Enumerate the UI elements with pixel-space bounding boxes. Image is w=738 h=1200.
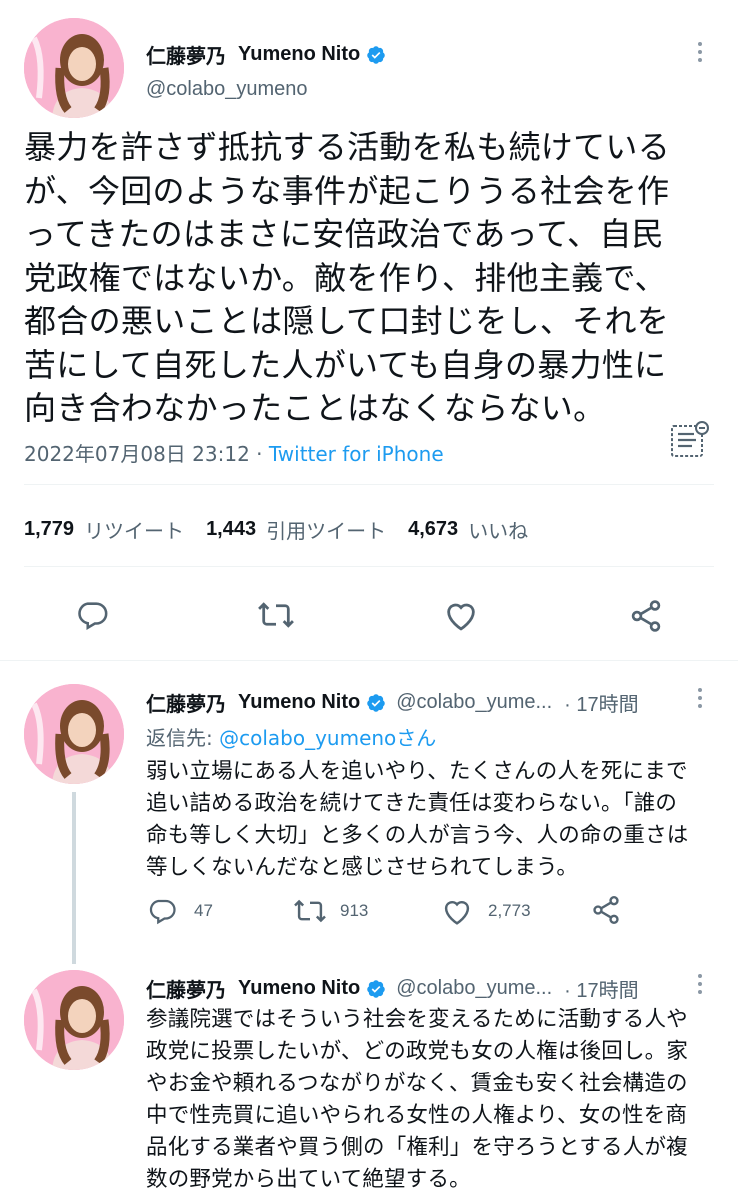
author-handle[interactable]: @colabo_yumeno bbox=[146, 78, 308, 101]
author-name-jp[interactable]: 仁藤夢乃 bbox=[146, 688, 226, 717]
tweet-text: 暴力を許さず抵抗する活動を私も続けている が、今回のような事件が起こりうる社会を… bbox=[24, 126, 724, 431]
reply-action[interactable]: 47 bbox=[146, 896, 213, 926]
like-stat[interactable]: 4,673 いいね bbox=[408, 515, 528, 544]
avatar[interactable] bbox=[24, 684, 124, 784]
author-name-en[interactable]: Yumeno Nito bbox=[238, 691, 360, 714]
retweet-label: リツイート bbox=[84, 519, 185, 543]
author-name-row[interactable]: 仁藤夢乃 Yumeno Nito @colabo_yume... · 17時間 bbox=[146, 974, 676, 1003]
verified-badge-icon bbox=[366, 693, 386, 713]
reply-to-handle[interactable]: @colabo_yumenoさん bbox=[219, 726, 436, 750]
like-count: 4,673 bbox=[408, 518, 459, 540]
tweet-text-line: 党政権ではないか。敵を作り、排他主義で、 bbox=[24, 258, 667, 297]
reply-text-line: 数の野党から出ていて絶望する。 bbox=[146, 1167, 471, 1192]
quote-count: 1,443 bbox=[206, 518, 257, 540]
tweet-timestamp[interactable]: 2022年07月08日 23:12 bbox=[24, 442, 250, 466]
retweet-stat[interactable]: 1,779 リツイート bbox=[24, 515, 184, 544]
author-name-en[interactable]: Yumeno Nito bbox=[238, 977, 360, 1000]
translate-icon[interactable] bbox=[668, 420, 712, 464]
share-icon[interactable] bbox=[628, 598, 664, 634]
author-name-jp[interactable]: 仁藤夢乃 bbox=[146, 974, 226, 1003]
author-name-row[interactable]: 仁藤夢乃 Yumeno Nito bbox=[146, 40, 386, 69]
verified-badge-icon bbox=[366, 45, 386, 65]
reply-text: 弱い立場にある人を追いやり、たくさんの人を死にまで 追い詰める政治を続けてきた責… bbox=[146, 756, 726, 884]
reply-text-line: 等しくないんだなと感じさせられてしまう。 bbox=[146, 855, 579, 880]
avatar[interactable] bbox=[24, 970, 124, 1070]
retweet-count: 1,779 bbox=[24, 518, 75, 540]
reply-to-prefix: 返信先: bbox=[146, 726, 220, 750]
tweet-text-line: ってきたのはまさに安倍政治であって、自民 bbox=[24, 215, 664, 253]
reply-count: 47 bbox=[194, 901, 213, 920]
tweet-text-line: 都合の悪いことは隠して口封じをし、それを bbox=[24, 302, 670, 340]
reply-text-line: 参議院選ではそういう社会を変えるために活動する人や bbox=[146, 1007, 688, 1032]
retweet-action[interactable]: 913 bbox=[292, 896, 368, 926]
quote-label: 引用ツイート bbox=[266, 519, 387, 543]
author-handle[interactable]: @colabo_yume... bbox=[396, 977, 552, 1000]
reply-text: 参議院選ではそういう社会を変えるために活動する人や 政党に投票したいが、どの政党… bbox=[146, 1004, 726, 1196]
tweet-stats: 1,779 リツイート 1,443 引用ツイート 4,673 いいね bbox=[24, 515, 528, 544]
retweet-icon[interactable] bbox=[256, 598, 296, 632]
more-icon[interactable] bbox=[698, 974, 702, 994]
like-action[interactable]: 2,773 bbox=[440, 896, 531, 926]
more-icon[interactable] bbox=[698, 688, 702, 708]
author-name-jp[interactable]: 仁藤夢乃 bbox=[146, 40, 226, 69]
divider bbox=[24, 484, 714, 485]
more-icon[interactable] bbox=[698, 42, 702, 62]
like-label: いいね bbox=[468, 519, 529, 543]
author-name-row[interactable]: 仁藤夢乃 Yumeno Nito @colabo_yume... · 17時間 bbox=[146, 688, 676, 717]
author-name-en[interactable]: Yumeno Nito bbox=[238, 43, 360, 66]
quote-stat[interactable]: 1,443 引用ツイート bbox=[206, 515, 386, 544]
reply-to: 返信先: @colabo_yumenoさん bbox=[146, 722, 436, 751]
reply-text-line: 弱い立場にある人を追いやり、たくさんの人を死にまで bbox=[146, 759, 688, 784]
like-count: 2,773 bbox=[488, 901, 531, 920]
reply-time[interactable]: · 17時間 bbox=[564, 974, 638, 1003]
share-icon[interactable] bbox=[590, 894, 622, 926]
tweet-text-line: 向き合わなかったことはなくならない。 bbox=[24, 389, 606, 427]
reply-text-line: やお金や頼れるつながりがなく、賃金も安く社会構造の bbox=[146, 1071, 688, 1096]
tweet-text-line: 苦にして自死した人がいても自身の暴力性に bbox=[24, 345, 667, 384]
retweet-icon bbox=[292, 896, 328, 926]
like-icon[interactable] bbox=[442, 598, 480, 632]
tweet-meta: 2022年07月08日 23:12 · Twitter for iPhone bbox=[24, 438, 444, 467]
divider bbox=[0, 660, 738, 661]
reply-text-line: 中で性売買に追いやられる女性の人権より、女の性を商 bbox=[146, 1103, 688, 1128]
thread-line bbox=[72, 792, 76, 964]
tweet-text-line: が、今回のような事件が起こりうる社会を作 bbox=[24, 171, 670, 210]
avatar[interactable] bbox=[24, 18, 124, 118]
reply-icon bbox=[146, 896, 178, 926]
meta-separator: · bbox=[256, 442, 263, 466]
reply-icon[interactable] bbox=[74, 598, 110, 632]
retweet-count: 913 bbox=[340, 901, 369, 920]
reply-text-line: 命も等しく大切」と多くの人が言う今、人の命の重さは bbox=[146, 823, 689, 848]
divider bbox=[24, 566, 714, 567]
reply-text-line: 政党に投票したいが、どの政党も女の人権は後回し。家 bbox=[146, 1039, 689, 1064]
reply-text-line: 追い詰める政治を続けてきた責任は変わらない。「誰の bbox=[146, 791, 678, 816]
reply-time[interactable]: · 17時間 bbox=[564, 688, 638, 717]
like-icon bbox=[440, 896, 474, 926]
reply-text-line: 品化する業者や買う側の「権利」を守ろうとする人が複 bbox=[146, 1135, 688, 1160]
author-handle[interactable]: @colabo_yume... bbox=[396, 691, 552, 714]
tweet-source[interactable]: Twitter for iPhone bbox=[269, 442, 444, 466]
verified-badge-icon bbox=[366, 979, 386, 999]
tweet-text-line: 暴力を許さず抵抗する活動を私も続けている bbox=[24, 128, 671, 166]
